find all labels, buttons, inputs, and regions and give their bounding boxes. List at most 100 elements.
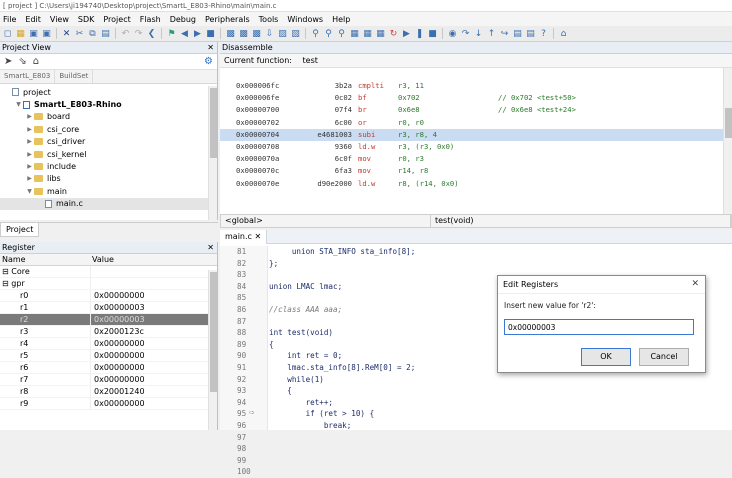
run-to-cursor-icon[interactable]: ↪ [499,28,510,39]
line-number[interactable]: 85 [220,292,267,304]
register-row[interactable]: r7 0x00000000 [0,374,217,386]
bookmark-icon[interactable]: ⚑ [166,28,177,39]
clean-icon[interactable]: ▩ [251,28,262,39]
chevron-right-icon[interactable]: ▶ [25,138,34,145]
chevron-right-icon[interactable]: ▶ [25,175,34,182]
register-row[interactable]: ⊟ gpr [0,278,217,290]
register-value[interactable]: 0x00000000 [90,290,208,301]
rebuild-icon[interactable]: ▩ [238,28,249,39]
redo-icon[interactable]: ↷ [133,28,144,39]
tree-item[interactable]: ▶ csi_driver [0,136,208,148]
sync-icon[interactable]: ⚙ [204,56,213,67]
disassembly-line[interactable]: 0x00000702 6c00 or r0, r0 [220,117,725,129]
code-line[interactable]: }; [269,258,724,270]
tab-main-c[interactable]: main.c ✕ [220,230,268,244]
code-line[interactable]: break; [269,420,724,430]
chevron-right-icon[interactable]: ▶ [25,113,34,120]
column-name[interactable]: Name [0,254,90,265]
menu-item-debug[interactable]: Debug [170,15,196,24]
collapse-icon[interactable]: ⇘ [18,56,26,67]
watch-icon[interactable]: ▤ [512,28,523,39]
line-number[interactable]: 93 [220,385,267,397]
menu-item-tools[interactable]: Tools [259,15,279,24]
close-icon[interactable]: ✕ [61,28,72,39]
register-row[interactable]: r5 0x00000000 [0,350,217,362]
bookmark-next-icon[interactable]: ▶ [192,28,203,39]
replace-icon[interactable]: ▦ [349,28,360,39]
line-number[interactable]: 97 [220,432,267,444]
paste-icon[interactable]: ▤ [100,28,111,39]
download-icon[interactable]: ⇩ [264,28,275,39]
tab-buildset[interactable]: BuildSet [55,70,94,83]
line-number[interactable]: 91 [220,362,267,374]
menu-item-peripherals[interactable]: Peripherals [205,15,250,24]
code-line[interactable]: while(1) [269,374,724,386]
line-number[interactable]: 92 [220,374,267,386]
register-value[interactable]: 0x20001240 [90,386,208,397]
tree-item[interactable]: ▶ csi_kernel [0,148,208,160]
tab-project[interactable]: Project [0,223,40,237]
register-row[interactable]: r4 0x00000000 [0,338,217,350]
undo-icon[interactable]: ↶ [120,28,131,39]
cancel-button[interactable]: Cancel [639,348,689,366]
chevron-down-icon[interactable]: ▼ [25,188,34,195]
line-number[interactable]: 88 [220,327,267,339]
register-row[interactable]: r8 0x20001240 [0,386,217,398]
help-icon[interactable]: ? [538,28,549,39]
copy-icon[interactable]: ⧉ [87,28,98,39]
code-line[interactable]: union STA_INFO sta_info[8]; [269,246,724,258]
collapse-icon[interactable]: ⊟ [2,279,11,288]
register-scrollbar[interactable] [208,270,217,430]
run-icon[interactable]: ▶ [401,28,412,39]
build-icon[interactable]: ▩ [225,28,236,39]
find-prev-icon[interactable]: ⚲ [336,28,347,39]
disassembly-line[interactable]: 0x0000070e d90e2000 ld.w r8, (r14, 0x0) [220,178,725,190]
collapse-icon[interactable]: ⊟ [2,267,11,276]
line-number[interactable]: 83 [220,269,267,281]
line-number[interactable]: 99 [220,455,267,467]
menu-item-sdk[interactable]: SDK [78,15,94,24]
register-row[interactable]: ⊟ Core [0,266,217,278]
line-number[interactable]: 95 ⇨ [220,408,267,420]
tab-smartl[interactable]: SmartL_E803 [0,70,56,83]
tree-item[interactable]: ▼ SmartL_E803-Rhino [0,98,208,110]
register-value[interactable]: 0x00000000 [90,350,208,361]
find-next-icon[interactable]: ⚲ [323,28,334,39]
stop-icon[interactable]: ■ [427,28,438,39]
line-number[interactable]: 90 [220,350,267,362]
locate-icon[interactable]: ➤ [4,56,12,67]
back-icon[interactable]: ❮ [146,28,157,39]
menu-item-help[interactable]: Help [332,15,350,24]
chevron-right-icon[interactable]: ▶ [25,126,34,133]
step-out-icon[interactable]: ↑ [486,28,497,39]
register-value[interactable]: 0x00000000 [90,362,208,373]
code-line[interactable]: if (ret > 10) { [269,408,724,420]
debug-start-icon[interactable]: ▦ [375,28,386,39]
chevron-right-icon[interactable]: ▶ [25,151,34,158]
menu-item-flash[interactable]: Flash [140,15,161,24]
step-into-icon[interactable]: ↓ [473,28,484,39]
scope-dropdown[interactable]: <global> [221,215,431,227]
memory-icon[interactable]: ▤ [525,28,536,39]
cut-icon[interactable]: ✂ [74,28,85,39]
close-icon[interactable]: ✕ [254,232,261,241]
disassembly-line[interactable]: 0x00000708 9360 ld.w r3, (r3, 0x0) [220,141,725,153]
register-row[interactable]: r3 0x2000123c [0,326,217,338]
close-icon[interactable]: ✕ [691,279,699,289]
register-value[interactable] [90,266,208,277]
home-icon[interactable]: ⌂ [33,56,39,67]
code-line[interactable]: { [269,385,724,397]
tree-item[interactable]: ▼ main [0,185,208,197]
register-row[interactable]: r0 0x00000000 [0,290,217,302]
bookmark-clear-icon[interactable]: ■ [205,28,216,39]
tree-item[interactable]: ▶ include [0,160,208,172]
register-value-input[interactable] [504,319,694,335]
disassembly-line[interactable]: 0x000006fe 0c02 bf 0x702 // 0x702 <test+50> [220,92,725,104]
chevron-down-icon[interactable]: ▼ [14,101,23,108]
view-icon[interactable]: ▦ [362,28,373,39]
register-value[interactable]: 0x2000123c [90,326,208,337]
new-file-icon[interactable]: ◻ [2,28,13,39]
menu-item-windows[interactable]: Windows [287,15,323,24]
disassembly-line[interactable]: 0x00000700 07f4 br 0x6e8 // 0x6e8 <test+24> [220,104,725,116]
register-value[interactable]: 0x00000003 [90,314,208,325]
